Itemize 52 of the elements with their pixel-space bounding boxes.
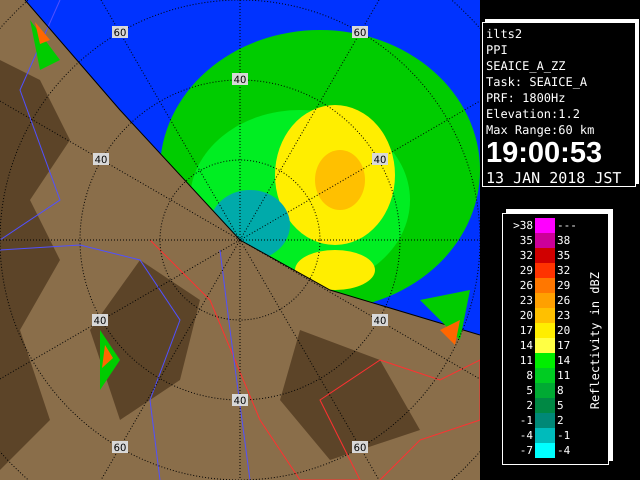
legend-high-value: -4 (557, 443, 572, 458)
info-line: PRF: 1800Hz (486, 90, 566, 106)
info-line: Max Range:60 km (486, 122, 596, 138)
legend-high-value: 32 (557, 263, 572, 278)
legend-low-value: 11 (518, 353, 533, 368)
info-line: PPI (486, 42, 509, 58)
range-label: 40 (92, 314, 108, 327)
legend-low-value: 8 (525, 368, 533, 383)
legend-title: Reflectivity in dBZ (586, 272, 602, 410)
legend-low-value: -1 (518, 413, 533, 428)
legend-low-value: 17 (518, 323, 533, 338)
range-label: 60 (112, 26, 128, 39)
legend-high-value: --- (557, 218, 578, 233)
legend-low-value: 35 (518, 233, 533, 248)
info-line: Task: SEAICE_A (486, 74, 588, 90)
legend-low-value: -7 (518, 443, 533, 458)
info-line: SEAICE_A_ZZ (486, 58, 566, 74)
range-label: 40 (372, 153, 388, 166)
legend-high-value: 17 (557, 338, 572, 353)
info-line: ilts2 (486, 26, 524, 42)
range-label: 40 (93, 153, 109, 166)
legend-high-value: 35 (557, 248, 572, 263)
legend-high-value: 26 (557, 293, 572, 308)
range-label: 40 (372, 314, 388, 327)
legend-high-value: 8 (557, 383, 565, 398)
legend-low-value: 29 (518, 263, 533, 278)
legend-low-value: 5 (525, 383, 533, 398)
legend-low-value: >38 (512, 218, 533, 233)
legend-low-value: 32 (518, 248, 533, 263)
date-text: 13 JAN 2018 JST (486, 168, 622, 188)
legend-high-value: 2 (557, 413, 565, 428)
legend-low-value: 14 (518, 338, 533, 353)
range-label: 60 (112, 441, 128, 454)
legend-high-value: -1 (557, 428, 572, 443)
legend-low-value: 20 (518, 308, 533, 323)
range-label: 40 (232, 394, 248, 407)
legend-high-value: 5 (557, 398, 565, 413)
legend-high-value: 11 (557, 368, 572, 383)
info-line: Elevation:1.2 (486, 106, 581, 122)
time-text: 19:00:53 (486, 138, 604, 168)
legend-high-value: 20 (557, 323, 572, 338)
legend-high-value: 23 (557, 308, 572, 323)
legend-high-value: 29 (557, 278, 572, 293)
legend-low-value: 2 (525, 398, 533, 413)
legend-high-value: 14 (557, 353, 572, 368)
range-label: 60 (352, 441, 368, 454)
range-label: 40 (232, 73, 248, 86)
legend-low-value: 23 (518, 293, 533, 308)
legend-high-value: 38 (557, 233, 572, 248)
legend-low-value: -4 (518, 428, 533, 443)
legend-low-value: 26 (518, 278, 533, 293)
range-label: 60 (352, 26, 368, 39)
